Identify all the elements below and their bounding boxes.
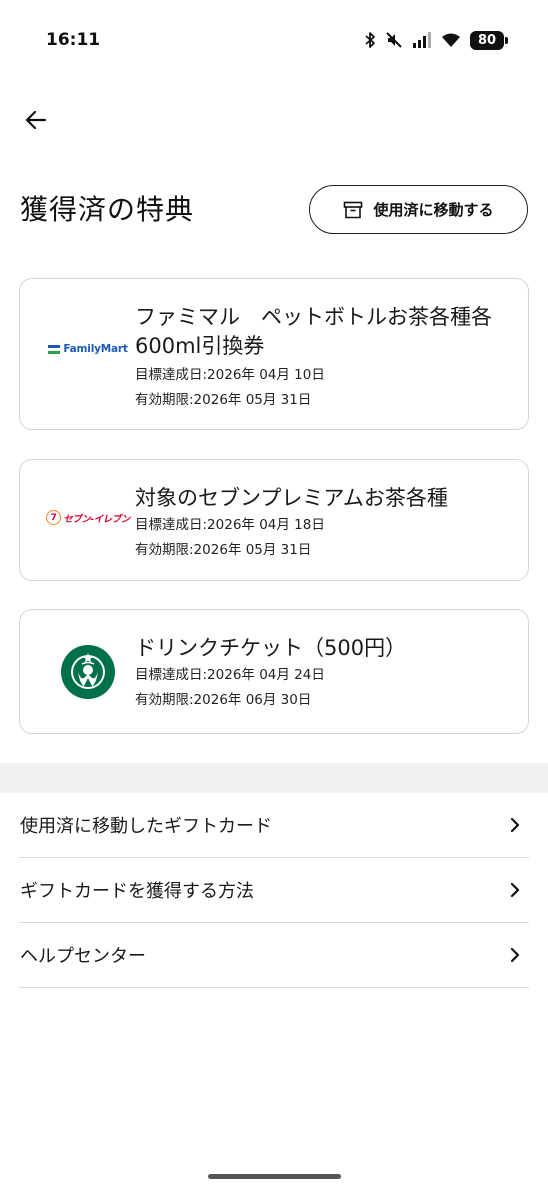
wifi-icon [442, 33, 460, 47]
familymart-logo-text: FamilyMart [63, 343, 128, 355]
reward-title: 対象のセブンプレミアムお茶各種 [135, 486, 448, 510]
back-button[interactable] [18, 102, 54, 138]
signal-icon [413, 32, 431, 48]
status-bar: 16:11 80 [0, 0, 548, 80]
battery-icon: 80 [470, 30, 508, 50]
reward-expiry-date: 有効期限:2026年 06月 30日 [135, 692, 312, 708]
seven-eleven-badge: 7 [46, 510, 62, 525]
status-icons: 80 [364, 30, 508, 50]
reward-title: ドリンクチケット（500円） [135, 636, 407, 660]
menu-item-help-center[interactable]: ヘルプセンター [19, 923, 529, 988]
chevron-right-icon [503, 943, 527, 967]
section-divider [0, 763, 548, 793]
page-title: 獲得済の特典 [20, 193, 195, 226]
menu-item-label: ヘルプセンター [20, 946, 146, 967]
seven-eleven-logo-text: セブン-イレブン [63, 513, 130, 525]
menu-item-label: 使用済に移動したギフトカード [20, 816, 272, 837]
menu-item-how-to-earn[interactable]: ギフトカードを獲得する方法 [19, 858, 529, 923]
familymart-logo: FamilyMart [40, 343, 136, 355]
reward-card-starbucks[interactable]: ドリンクチケット（500円） 目標達成日:2026年 04月 24日 有効期限:… [19, 609, 529, 734]
reward-achieved-date: 目標達成日:2026年 04月 18日 [135, 517, 325, 533]
arrow-left-icon [25, 110, 47, 130]
home-indicator[interactable] [208, 1174, 341, 1179]
starbucks-siren-icon [61, 645, 115, 699]
starbucks-logo [40, 644, 136, 700]
reward-expiry-date: 有効期限:2026年 05月 31日 [135, 542, 312, 558]
bluetooth-icon [365, 32, 375, 48]
reward-card-familymart[interactable]: FamilyMart ファミマル ペットボトルお茶各種各600ml引換券 目標達… [19, 278, 529, 430]
menu-item-used-gift-cards[interactable]: 使用済に移動したギフトカード [19, 793, 529, 858]
chevron-right-icon [503, 813, 527, 837]
reward-card-seven-eleven[interactable]: 7 セブン-イレブン 対象のセブンプレミアムお茶各種 目標達成日:2026年 0… [19, 459, 529, 581]
move-to-used-button[interactable]: 使用済に移動する [309, 185, 528, 234]
chevron-right-icon [503, 878, 527, 902]
seven-eleven-logo: 7 セブン-イレブン [40, 510, 136, 525]
reward-achieved-date: 目標達成日:2026年 04月 24日 [135, 667, 325, 683]
status-time: 16:11 [46, 30, 101, 50]
archive-box-icon [344, 201, 363, 218]
menu-item-label: ギフトカードを獲得する方法 [20, 881, 254, 902]
reward-expiry-date: 有効期限:2026年 05月 31日 [135, 392, 312, 408]
reward-achieved-date: 目標達成日:2026年 04月 10日 [135, 367, 325, 383]
move-to-used-label: 使用済に移動する [373, 201, 494, 219]
reward-title: ファミマル ペットボトルお茶各種各600ml引換券 [135, 305, 492, 358]
mute-icon [386, 32, 402, 48]
